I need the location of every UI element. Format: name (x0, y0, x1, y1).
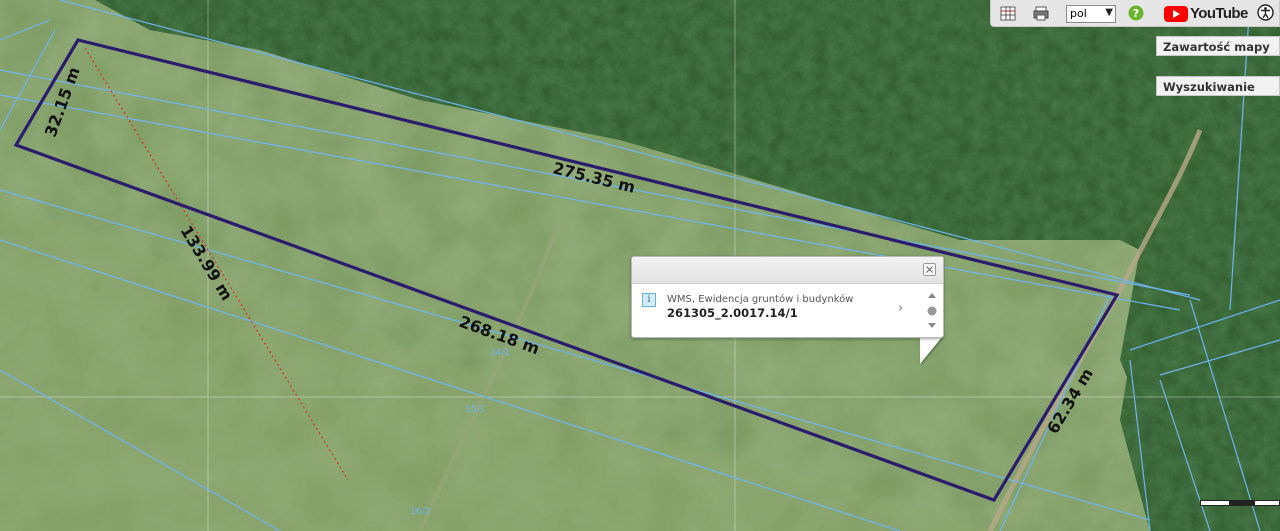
language-select[interactable]: pol ▼ (1066, 5, 1116, 23)
scroll-down-icon (928, 323, 936, 328)
language-value: pol (1070, 7, 1087, 20)
scale-bar (1200, 500, 1280, 506)
chevron-right-icon[interactable]: › (898, 301, 903, 316)
close-icon[interactable] (923, 263, 936, 276)
map-contents-label: Zawartość mapy (1163, 40, 1270, 54)
parcel-number-label: 15/1 (465, 405, 485, 415)
grid-icon[interactable] (1000, 6, 1016, 21)
parcel-number-label: 14/1 (490, 348, 510, 358)
help-icon[interactable]: ? (1128, 5, 1144, 21)
map-contents-button[interactable]: Zawartość mapy (1156, 36, 1280, 56)
feature-info-popup: i WMS, Ewidencja gruntów i budynków 2613… (631, 256, 944, 338)
scroll-up-icon (928, 293, 936, 298)
print-icon[interactable] (1033, 6, 1049, 21)
info-icon: i (642, 293, 656, 307)
parcel-number-label: 16/2 (410, 507, 430, 517)
popup-header (632, 257, 943, 284)
search-panel-button[interactable]: Wyszukiwanie (1156, 76, 1280, 96)
popup-layer-name: WMS, Ewidencja gruntów i budynków (667, 294, 854, 305)
top-toolbar: pol ▼ ? YouTube (990, 0, 1280, 27)
youtube-label: YouTube (1190, 5, 1248, 22)
popup-parcel-id[interactable]: 261305_2.0017.14/1 (667, 306, 798, 320)
accessibility-icon[interactable] (1257, 4, 1274, 21)
popup-scrollbar[interactable] (924, 289, 940, 333)
svg-text:?: ? (1133, 7, 1139, 20)
chevron-down-icon: ▼ (1105, 7, 1113, 18)
search-panel-label: Wyszukiwanie (1163, 80, 1255, 94)
scroll-thumb (927, 306, 937, 316)
popup-pointer (920, 337, 942, 364)
youtube-play-icon (1164, 6, 1188, 22)
